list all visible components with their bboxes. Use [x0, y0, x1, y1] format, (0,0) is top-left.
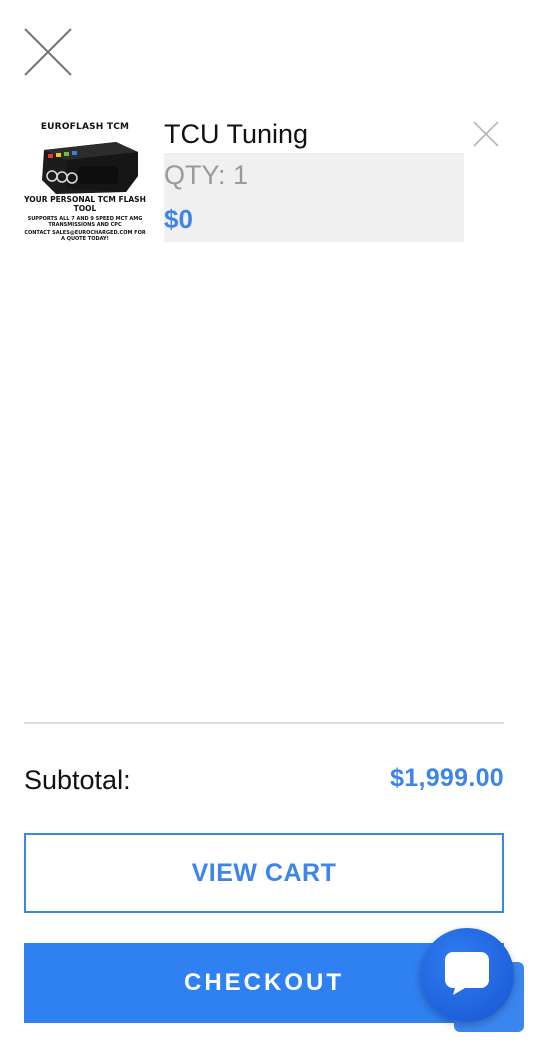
product-image-brand: EUROFLASH TCM [40, 122, 130, 132]
product-image-supports: SUPPORTS ALL 7 AND 9 SPEED MCT AMG TRANS… [27, 216, 143, 228]
item-price: $0 [164, 204, 193, 234]
close-cart-button[interactable] [22, 26, 74, 78]
subtotal-label: Subtotal: [24, 765, 131, 795]
product-image-tagline: YOUR PERSONAL TCM FLASH TOOL [24, 195, 146, 213]
product-image[interactable]: EUROFLASH TCM YOUR PERSONAL TCM FLASH TO… [24, 118, 146, 242]
chat-launcher-button[interactable] [420, 928, 514, 1022]
remove-item-button[interactable] [472, 120, 500, 148]
cart-item: EUROFLASH TCM YOUR PERSONAL TCM FLASH TO… [24, 118, 504, 248]
view-cart-button[interactable]: VIEW CART [24, 833, 504, 913]
obd-device-illustration [42, 142, 138, 194]
divider [24, 722, 504, 724]
chat-bubble-icon [445, 952, 489, 995]
close-icon [24, 28, 72, 76]
item-details: QTY: 1 $0 [164, 153, 464, 242]
item-quantity: QTY: 1 [164, 160, 249, 190]
product-image-contact: CONTACT SALES@EUROCHARGED.COM FOR A QUOT… [24, 230, 146, 242]
close-icon [473, 121, 499, 147]
subtotal-value: $1,999.00 [390, 764, 504, 792]
item-name[interactable]: TCU Tuning [164, 118, 308, 150]
